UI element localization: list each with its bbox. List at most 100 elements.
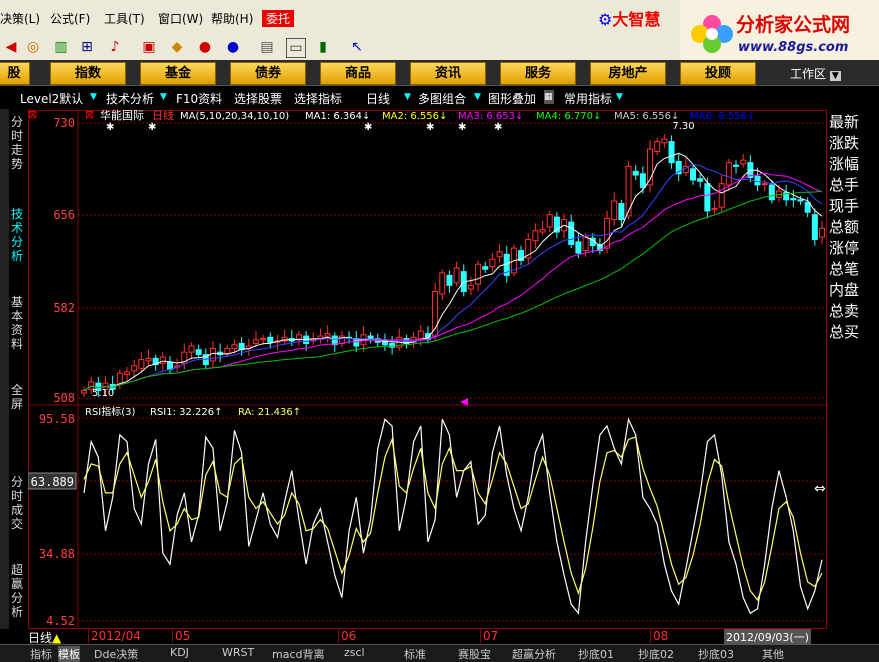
tab-saigubao[interactable]: 赛股宝 — [458, 646, 491, 662]
tab-chaodi03[interactable]: 抄底03 — [698, 646, 734, 662]
candle-body[interactable] — [81, 390, 87, 394]
candle-body[interactable] — [539, 229, 546, 233]
tab-fullscreen[interactable]: 全屏 — [11, 383, 25, 411]
event-marker[interactable]: ✱ — [458, 122, 466, 133]
dropdown-icon[interactable]: ▼ — [616, 90, 626, 104]
candle-body[interactable] — [632, 170, 639, 176]
candle-body[interactable] — [618, 203, 625, 221]
btn-f10[interactable]: F10资料 — [176, 90, 222, 107]
candle-body[interactable] — [704, 183, 711, 212]
candle-body[interactable] — [453, 267, 460, 284]
candle-body[interactable] — [123, 371, 130, 375]
workzone-button[interactable]: 工作区 ▼ — [790, 65, 841, 82]
candle-body[interactable] — [209, 347, 216, 362]
menu-help[interactable]: 帮助(H) — [211, 10, 253, 27]
candle-body[interactable] — [417, 330, 424, 340]
candle-body[interactable] — [131, 365, 138, 372]
event-marker[interactable]: ✱ — [148, 122, 156, 133]
candle-body[interactable] — [740, 159, 747, 165]
dropdown-icon[interactable]: ▼ — [474, 90, 484, 104]
candle-body[interactable] — [711, 207, 718, 211]
diamond-icon[interactable]: ◆ — [168, 38, 186, 56]
circle-icon[interactable]: ● — [224, 38, 242, 56]
candle-body[interactable] — [195, 349, 202, 356]
tab-other[interactable]: 其他 — [762, 646, 784, 662]
candle-body[interactable] — [668, 141, 675, 164]
grid-icon[interactable]: ▦ — [544, 90, 554, 104]
tab-zscl[interactable]: zscl — [344, 646, 365, 659]
candle-body[interactable] — [582, 236, 589, 252]
candle-body[interactable] — [546, 214, 553, 228]
btn-tech-analysis[interactable]: 技术分析 — [106, 90, 154, 107]
binoculars-icon[interactable]: ⊞ — [78, 38, 96, 56]
event-marker[interactable]: ✱ — [364, 122, 372, 133]
candle-body[interactable] — [661, 138, 668, 144]
btn-select-stock[interactable]: 选择股票 — [234, 90, 282, 107]
cat-index[interactable]: 指数 — [50, 62, 126, 85]
candle-body[interactable] — [733, 164, 740, 167]
money-icon[interactable]: ● — [196, 38, 214, 56]
tab-intraday[interactable]: 分时走势 — [11, 115, 25, 171]
candle-body[interactable] — [811, 214, 818, 240]
candle-body[interactable] — [231, 344, 238, 349]
chart-area[interactable]: 730 656 582 508 ⊠ ⊠ 华能国际 日线 MA(5,10,20,3… — [28, 109, 826, 628]
btn-level2[interactable]: Level2默认 — [20, 90, 83, 107]
candle-body[interactable] — [224, 347, 231, 354]
help-cursor-icon[interactable]: ↖ — [348, 38, 366, 56]
candle-body[interactable] — [654, 141, 661, 152]
cat-advisor[interactable]: 投顾 — [680, 62, 756, 85]
tab-technical[interactable]: 技术分析 — [11, 207, 25, 263]
menu-tools[interactable]: 工具(T) — [104, 10, 145, 27]
cat-realestate[interactable]: 房地产 — [590, 62, 666, 85]
candle-body[interactable] — [532, 230, 539, 242]
candle-body[interactable] — [475, 263, 482, 285]
cat-service[interactable]: 服务 — [500, 62, 576, 85]
candle-body[interactable] — [697, 178, 704, 182]
candle-body[interactable] — [568, 221, 575, 245]
tab-trades[interactable]: 分时成交 — [11, 475, 25, 531]
btn-overlay[interactable]: 图形叠加 — [488, 90, 536, 107]
btn-daily[interactable]: 日线 — [366, 90, 390, 107]
btn-select-indicator[interactable]: 选择指标 — [294, 90, 342, 107]
candle-body[interactable] — [690, 168, 697, 181]
menu-decision[interactable]: 决策(L) — [0, 10, 40, 27]
btn-common-indicator[interactable]: 常用指标 — [564, 90, 612, 107]
candle-body[interactable] — [446, 274, 453, 286]
candle-body[interactable] — [489, 258, 496, 268]
brand-url[interactable]: www.88gs.com — [738, 40, 848, 55]
candle-body[interactable] — [797, 199, 804, 202]
candle-body[interactable] — [324, 333, 331, 337]
chart-icon[interactable]: ▣ — [140, 38, 158, 56]
grid-icon[interactable]: ▥ — [52, 38, 70, 56]
candle-body[interactable] — [138, 359, 145, 369]
close-icon[interactable]: ▼ — [829, 71, 841, 81]
candle-body[interactable] — [575, 241, 582, 254]
candle-body[interactable] — [819, 227, 825, 238]
tab-standard[interactable]: 标准 — [404, 646, 426, 662]
candle-body[interactable] — [145, 357, 152, 362]
tab-fundamental[interactable]: 基本资料 — [11, 295, 25, 351]
candle-body[interactable] — [159, 356, 166, 364]
cat-stock[interactable]: 股 — [0, 62, 30, 85]
event-marker[interactable]: ✱ — [494, 122, 502, 133]
dropdown-icon[interactable]: ▼ — [404, 90, 414, 104]
candle-body[interactable] — [439, 272, 446, 295]
candle-body[interactable] — [761, 183, 768, 186]
tab-macd[interactable]: macd背离 — [272, 646, 325, 662]
close-x-icon[interactable]: ⊠ — [28, 109, 37, 121]
trade-button[interactable]: 委托 — [262, 10, 295, 27]
tab-wrst[interactable]: WRST — [222, 646, 254, 659]
candle-body[interactable] — [611, 200, 618, 221]
tab-dde[interactable]: Dde决策 — [94, 646, 138, 662]
candle-body[interactable] — [496, 251, 503, 258]
event-marker[interactable]: ✱ — [426, 122, 434, 133]
tab-chaoying[interactable]: 超赢分析 — [512, 646, 556, 662]
candle-body[interactable] — [267, 336, 274, 343]
btn-multi-chart[interactable]: 多图组合 — [418, 90, 466, 107]
menu-formula[interactable]: 公式(F) — [50, 10, 90, 27]
candle-body[interactable] — [768, 184, 775, 201]
candle-body[interactable] — [754, 175, 761, 186]
candle-body[interactable] — [639, 173, 646, 188]
candle-body[interactable] — [718, 183, 725, 208]
cat-bond[interactable]: 债券 — [230, 62, 306, 85]
